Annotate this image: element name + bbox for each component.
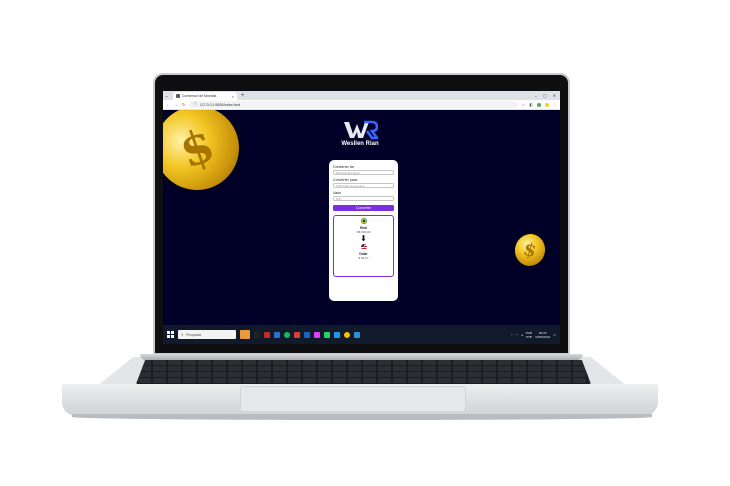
- wr-logo-icon: [344, 120, 378, 140]
- tab-title: Conversor de Moedas: [182, 94, 217, 98]
- bookmark-star-icon[interactable]: ☆: [522, 102, 526, 107]
- search-placeholder: Pesquisar: [185, 332, 202, 337]
- url-text: 127.0.0.1:5500/index.html: [199, 102, 241, 107]
- system-tray: ^ ◠ ◂ POR PTB 09:35 10/05/2024 ▭: [511, 331, 556, 339]
- favicon-icon: [176, 94, 180, 98]
- amount-label: Valor: [333, 191, 342, 195]
- extension-icon[interactable]: [537, 102, 541, 107]
- vscode-icon[interactable]: [354, 331, 360, 338]
- back-icon[interactable]: ←: [166, 102, 170, 107]
- brand-logo: Wesllen Rian: [335, 120, 385, 147]
- whatsapp-icon[interactable]: [324, 331, 330, 338]
- dollar-coin-small-image: $: [511, 230, 549, 270]
- to-currency-select[interactable]: US$ Dólar americano: [333, 183, 394, 188]
- explorer-icon[interactable]: [274, 331, 280, 338]
- menu-kebab-icon[interactable]: ⋮: [553, 102, 557, 107]
- url-field[interactable]: ⓘ 127.0.0.1:5500/index.html: [189, 101, 518, 108]
- trackpad: [240, 386, 466, 412]
- close-window-button[interactable]: ✕: [553, 93, 556, 98]
- spotify-icon[interactable]: [284, 331, 290, 338]
- clock-date: 10/05/2024: [535, 334, 551, 339]
- notification-icon[interactable]: ▭: [553, 333, 556, 337]
- language-indicator[interactable]: POR PTB: [526, 331, 533, 339]
- app-icon-red[interactable]: [264, 331, 270, 338]
- lang-bottom: PTB: [525, 334, 532, 339]
- address-bar-row: ← → ↻ ⓘ 127.0.0.1:5500/index.html ☆ ◧ ⋮: [163, 100, 560, 110]
- instagram-icon[interactable]: [314, 331, 320, 338]
- to-amount: $ 93,57: [358, 256, 369, 260]
- window-controls: – ▢ ✕: [535, 91, 560, 100]
- new-tab-button[interactable]: +: [241, 92, 245, 100]
- convert-button[interactable]: Converter: [333, 205, 394, 211]
- maximize-button[interactable]: ▢: [543, 93, 547, 98]
- amount-input[interactable]: 500: [333, 196, 394, 201]
- converter-card: Converter de: R$ Real Brasileiro Convert…: [329, 160, 398, 301]
- laptop-mockup: ⌄ Conversor de Moedas × + – ▢ ✕ ← → ↻ ⓘ …: [0, 0, 730, 486]
- web-page: $ $ Wesllen Rian Converter de: R$ Real B…: [163, 110, 560, 325]
- chrome-icon[interactable]: [344, 331, 350, 338]
- from-currency-select[interactable]: R$ Real Brasileiro: [333, 170, 394, 175]
- search-icon: ⚲: [181, 332, 184, 337]
- laptop-hinge: [140, 354, 583, 360]
- task-view-icon[interactable]: [254, 331, 260, 338]
- browser-tab-bar: ⌄ Conversor de Moedas × + – ▢ ✕: [163, 91, 560, 100]
- windows-start-icon[interactable]: [167, 331, 174, 338]
- laptop-screen: ⌄ Conversor de Moedas × + – ▢ ✕ ← → ↻ ⓘ …: [163, 91, 560, 344]
- windows-taskbar: ⚲ Pesquisar ^ ◠ ◂ POR PTB 09:35 10/05/20…: [163, 325, 560, 344]
- reload-icon[interactable]: ↻: [182, 102, 185, 107]
- tray-chevron-icon[interactable]: ^: [511, 333, 512, 337]
- app-icon-pdf[interactable]: [294, 331, 300, 338]
- tab-close-icon[interactable]: ×: [232, 94, 234, 99]
- arrow-down-icon: ⬇: [360, 234, 367, 243]
- volume-icon[interactable]: ◂: [521, 333, 523, 337]
- taskbar-search[interactable]: ⚲ Pesquisar: [178, 330, 236, 339]
- from-label: Converter de:: [333, 165, 355, 169]
- laptop-base-edge: [72, 414, 652, 420]
- to-label: Converter para:: [333, 178, 358, 182]
- laptop-lid: ⌄ Conversor de Moedas × + – ▢ ✕ ← → ↻ ⓘ …: [153, 73, 570, 355]
- profile-avatar[interactable]: [545, 102, 549, 107]
- tab-search-icon[interactable]: ⌄: [165, 93, 168, 98]
- conversion-result: Real R$ 500,00 ⬇ Dólar $ 93,57: [333, 215, 394, 277]
- info-icon[interactable]: ⓘ: [193, 102, 197, 107]
- forward-icon[interactable]: →: [174, 102, 178, 107]
- clock[interactable]: 09:35 10/05/2024: [535, 331, 550, 339]
- app-icon-blue[interactable]: [304, 331, 310, 338]
- brazil-flag-icon: [360, 218, 367, 224]
- browser-tab[interactable]: Conversor de Moedas ×: [173, 92, 237, 100]
- usa-flag-icon: [360, 244, 367, 250]
- keyboard: [136, 360, 591, 384]
- dollar-coin-image: $: [163, 110, 251, 202]
- brand-name: Wesllen Rian: [341, 141, 379, 147]
- telegram-icon[interactable]: [334, 331, 340, 338]
- widget-thumbnail[interactable]: [240, 330, 250, 339]
- extensions-icon[interactable]: ◧: [529, 102, 533, 107]
- wifi-icon[interactable]: ◠: [515, 333, 518, 337]
- minimize-button[interactable]: –: [535, 93, 537, 98]
